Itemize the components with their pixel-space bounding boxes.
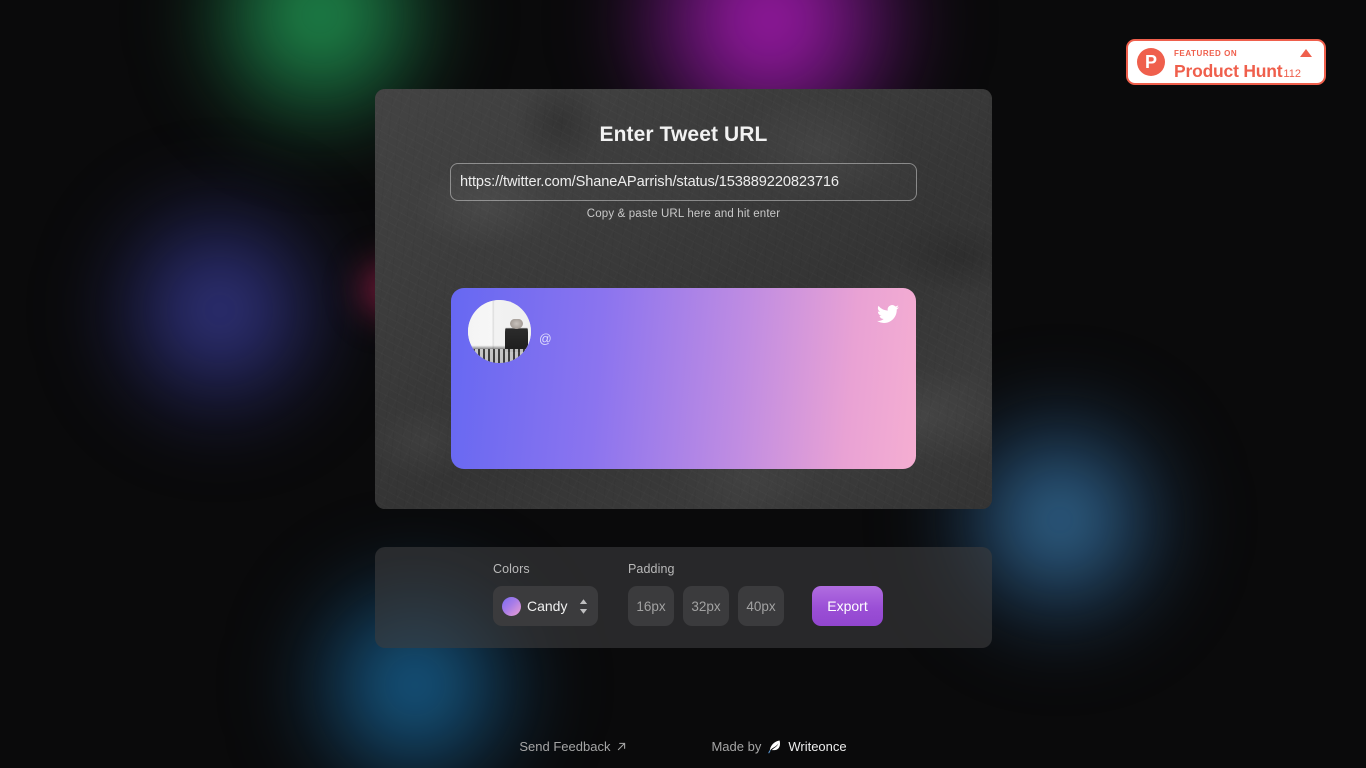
product-hunt-name-row: Product Hunt 112 (1174, 61, 1315, 81)
product-hunt-logo-icon: P (1137, 48, 1165, 76)
padding-option-16[interactable]: 16px (628, 586, 674, 626)
brand-name: Writeonce (788, 739, 847, 754)
send-feedback-link[interactable]: Send Feedback (519, 739, 627, 754)
padding-control-group: Padding 16px 32px 40px (628, 562, 784, 626)
background-glow-indigo (95, 185, 345, 435)
tweet-preview-card[interactable]: @ (451, 288, 916, 469)
tweet-url-input[interactable] (450, 163, 917, 201)
controls-row: Colors Candy Padding 16px 32px 40px Expo… (493, 547, 883, 648)
avatar (468, 300, 531, 363)
export-button[interactable]: Export (812, 586, 883, 626)
url-hint-text: Copy & paste URL here and hit enter (586, 208, 781, 220)
padding-options-row: 16px 32px 40px (628, 586, 784, 626)
product-hunt-logo-letter: P (1144, 51, 1157, 72)
color-theme-select[interactable]: Candy (493, 586, 598, 626)
colors-label: Colors (493, 562, 530, 576)
product-hunt-badge[interactable]: P FEATURED ON Product Hunt 112 (1126, 39, 1326, 85)
padding-option-32[interactable]: 32px (683, 586, 729, 626)
feather-quill-icon (768, 740, 781, 754)
avatar-person-shape (504, 318, 529, 352)
arrow-up-right-icon (618, 742, 626, 751)
colors-control-group: Colors Candy (493, 562, 598, 626)
product-hunt-name: Product Hunt (1174, 60, 1283, 81)
chevron-updown-icon (579, 598, 588, 614)
made-by: Made by Writeonce (711, 739, 846, 754)
twitter-bird-icon (877, 305, 899, 323)
send-feedback-label: Send Feedback (519, 739, 611, 754)
avatar-foreground-shape (468, 349, 531, 363)
controls-panel: Colors Candy Padding 16px 32px 40px Expo… (375, 547, 992, 648)
padding-label: Padding (628, 562, 675, 576)
app-root: P FEATURED ON Product Hunt 112 Enter Twe… (0, 0, 1366, 768)
editor-card: Enter Tweet URL Copy & paste URL here an… (375, 89, 992, 509)
product-hunt-featured-label: FEATURED ON (1174, 48, 1238, 58)
product-hunt-text: FEATURED ON Product Hunt 112 (1174, 43, 1315, 81)
page-title: Enter Tweet URL (599, 123, 768, 146)
footer: Send Feedback Made by Writeonce (0, 739, 1366, 754)
color-theme-value: Candy (527, 598, 568, 614)
tweet-handle: @ (539, 332, 552, 346)
padding-option-40[interactable]: 40px (738, 586, 784, 626)
upvote-triangle-icon (1300, 49, 1312, 57)
color-swatch-icon (502, 596, 521, 616)
made-by-label: Made by (711, 739, 762, 754)
product-hunt-upvote-count: 112 (1283, 67, 1301, 80)
